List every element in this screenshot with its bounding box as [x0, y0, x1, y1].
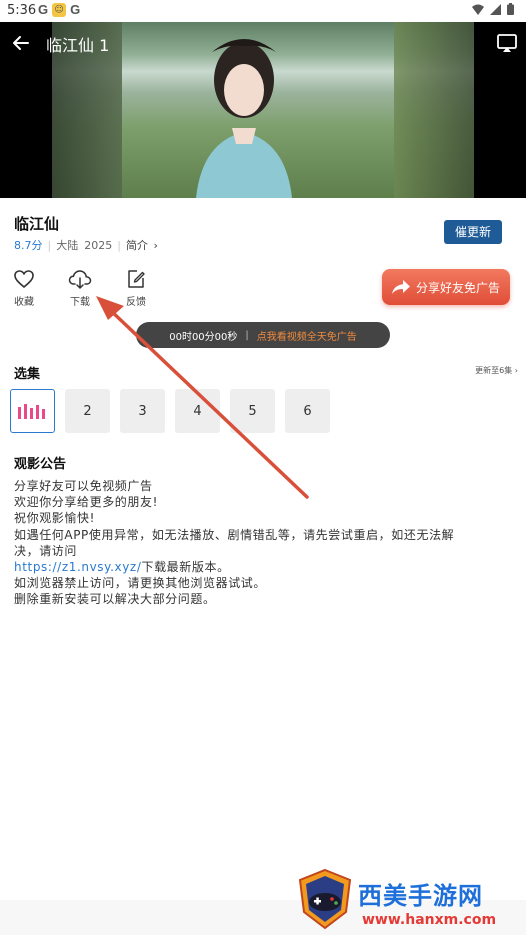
google-icon: G: [38, 2, 49, 17]
notice-line: 祝你观影愉快!: [14, 511, 96, 526]
year: 2025: [84, 238, 113, 252]
show-title: 临江仙: [14, 215, 60, 233]
episode-item[interactable]: 6: [285, 389, 330, 433]
watermark-name: 西美手游网: [358, 882, 483, 910]
app-notification-icon: ☺: [52, 2, 67, 17]
equalizer-icon: [17, 404, 45, 419]
status-icons-left: G ☺ G: [38, 2, 80, 17]
feedback-label: 反馈: [126, 297, 146, 308]
meta-divider: |: [47, 238, 52, 252]
notice-body: 分享好友可以免视频广告 欢迎你分享给更多的朋友! 祝你观影愉快! 如遇任何APP…: [14, 478, 510, 608]
gamepad-logo-icon: [298, 868, 352, 930]
show-meta: 8.7分 | 大陆 2025 | 简介 ›: [14, 237, 158, 253]
video-title: 临江仙 1: [46, 36, 110, 55]
ad-timer: 00时00分00秒: [169, 331, 238, 343]
episode-item[interactable]: 4: [175, 389, 220, 433]
timer-divider: |: [245, 329, 249, 341]
watermark: 西美手游网 www.hanxm.com: [296, 868, 522, 934]
episode-item[interactable]: 5: [230, 389, 275, 433]
ad-timer-pill[interactable]: 00时00分00秒 | 点我看视频全天免广告: [136, 322, 390, 348]
episode-item[interactable]: 2: [65, 389, 110, 433]
battery-icon: [507, 3, 514, 15]
heart-icon: [14, 270, 34, 289]
urge-update-button[interactable]: 催更新: [444, 220, 502, 244]
back-arrow-icon[interactable]: [10, 32, 32, 54]
cast-icon[interactable]: [496, 32, 518, 54]
episode-current[interactable]: [10, 389, 55, 433]
video-background-right: [394, 22, 474, 198]
status-icons-right: [472, 3, 514, 15]
cloud-download-icon: [68, 270, 92, 289]
notice-line: 删除重新安装可以解决大部分问题。: [14, 592, 216, 607]
notice-line: 分享好友可以免视频广告: [14, 479, 153, 493]
watermark-url: www.hanxm.com: [362, 912, 497, 928]
episodes-heading: 选集: [14, 367, 41, 382]
favorite-button[interactable]: 收藏: [9, 269, 39, 308]
episodes-update-link[interactable]: 更新至6集 ›: [475, 365, 518, 376]
episode-list: 2 3 4 5 6: [10, 389, 330, 433]
video-frame[interactable]: [52, 22, 474, 198]
share-friends-button[interactable]: 分享好友免广告: [382, 269, 510, 305]
notice-url-line: https://z1.nvsy.xyz/下载最新版本。: [14, 559, 510, 575]
download-button[interactable]: 下载: [65, 269, 95, 308]
intro-link[interactable]: 简介 ›: [126, 237, 158, 253]
intro-label: 简介: [125, 239, 148, 252]
meta-divider: |: [117, 238, 121, 252]
wifi-icon: [472, 4, 484, 15]
notice-line: 如遇任何APP使用异常，如无法播放、剧情错乱等，请先尝试重启，如还无法解: [14, 527, 455, 542]
video-player[interactable]: 临江仙 1: [0, 22, 526, 198]
notice-line: 如浏览器禁止访问，请更换其他浏览器试试。: [14, 576, 267, 591]
cellular-icon: [490, 3, 501, 15]
favorite-label: 收藏: [14, 297, 34, 308]
download-url-link[interactable]: https://z1.nvsy.xyz/: [14, 560, 141, 574]
notice-url-suffix: 下载最新版本。: [141, 560, 230, 575]
notice-heading: 观影公告: [14, 457, 67, 472]
share-arrow-icon: [391, 280, 410, 294]
notice-line: 欢迎你分享给更多的朋友!: [14, 495, 159, 510]
status-bar: 5:36 G ☺ G: [0, 0, 526, 22]
episode-item[interactable]: 3: [120, 389, 165, 433]
share-label: 分享好友免广告: [415, 280, 500, 295]
chevron-right-icon: ›: [153, 239, 158, 252]
chevron-right-icon: ›: [514, 366, 518, 375]
download-label: 下载: [70, 297, 90, 308]
episodes-update-status: 更新至6集: [475, 366, 513, 375]
ad-free-link[interactable]: 点我看视频全天免广告: [257, 328, 357, 343]
feedback-button[interactable]: 反馈: [121, 269, 151, 308]
google-icon: G: [70, 2, 81, 17]
video-figure: [196, 39, 292, 198]
region: 大陆: [56, 239, 79, 252]
edit-icon: [128, 270, 145, 288]
status-time: 5:36: [7, 3, 37, 18]
notice-line: 决，请访问: [14, 543, 78, 558]
rating: 8.7分: [14, 239, 43, 252]
